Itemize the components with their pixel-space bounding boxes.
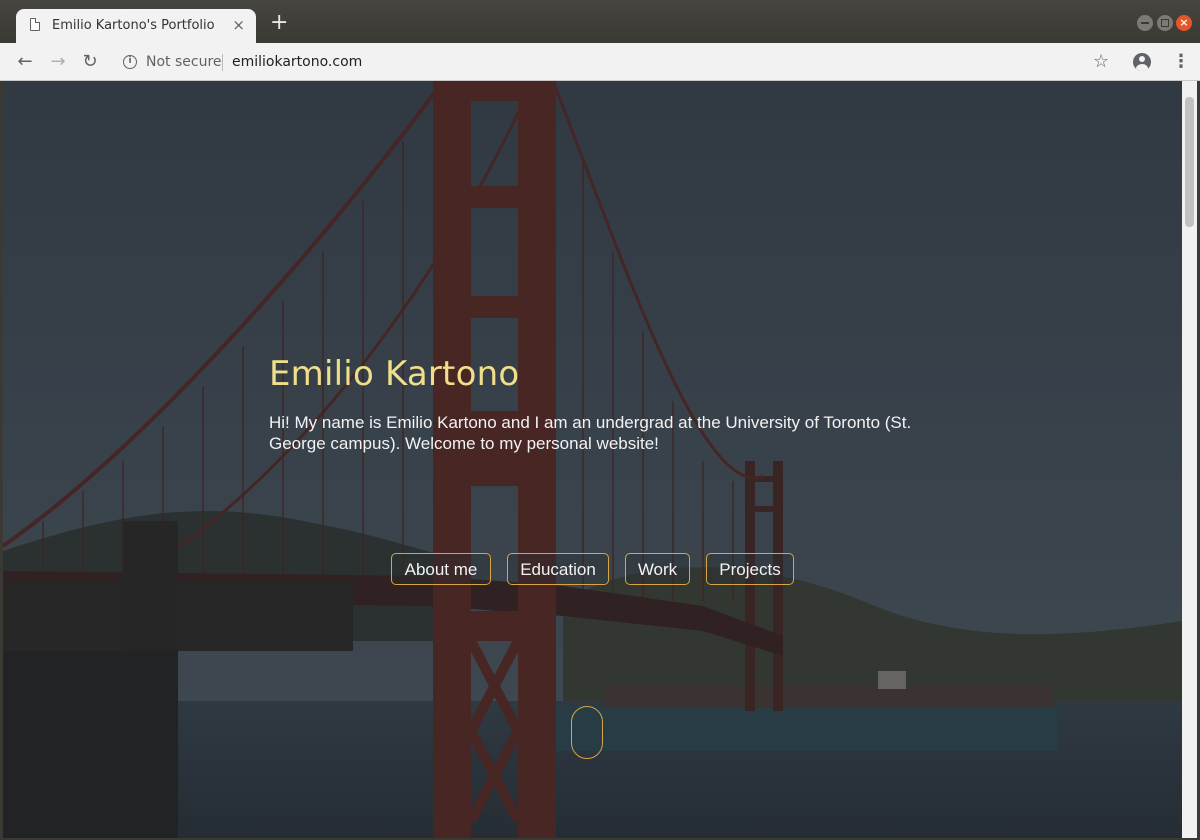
minimize-button[interactable] xyxy=(1137,15,1153,31)
reload-icon[interactable]: ↻ xyxy=(79,51,101,73)
tab-title: Emilio Kartono's Portfolio xyxy=(52,18,215,33)
maximize-button[interactable] xyxy=(1157,15,1173,31)
forward-arrow-icon[interactable]: → xyxy=(47,51,69,73)
browser-toolbar: ← → ↻ i Not secure emiliokartono.com ☆ ⋮ xyxy=(0,43,1200,81)
profile-icon[interactable] xyxy=(1133,53,1151,71)
new-tab-button[interactable]: + xyxy=(270,12,288,34)
about-me-button[interactable]: About me xyxy=(391,553,491,585)
page-scrollbar[interactable] xyxy=(1182,81,1197,838)
back-arrow-icon[interactable]: ← xyxy=(14,51,36,73)
window-frame-left xyxy=(0,81,3,840)
address-bar[interactable]: emiliokartono.com xyxy=(232,54,362,70)
menu-kebab-icon[interactable]: ⋮ xyxy=(1172,52,1190,72)
hero-intro-text: Hi! My name is Emilio Kartono and I am a… xyxy=(269,413,912,453)
scrollbar-thumb[interactable] xyxy=(1185,97,1194,227)
scroll-down-indicator[interactable] xyxy=(571,706,603,759)
security-label[interactable]: Not secure xyxy=(146,54,222,70)
url-divider xyxy=(222,54,223,71)
window-titlebar: Emilio Kartono's Portfolio × + × xyxy=(0,0,1200,43)
tab-close-icon[interactable]: × xyxy=(232,15,245,35)
page-icon xyxy=(30,18,40,31)
education-button[interactable]: Education xyxy=(507,553,609,585)
browser-tab[interactable]: Emilio Kartono's Portfolio × xyxy=(16,9,256,43)
hero-name-heading: Emilio Kartono xyxy=(269,353,520,394)
info-icon[interactable]: i xyxy=(123,55,137,69)
page-viewport: Emilio Kartono Hi! My name is Emilio Kar… xyxy=(3,81,1182,838)
projects-button[interactable]: Projects xyxy=(706,553,794,585)
bookmark-star-icon[interactable]: ☆ xyxy=(1093,51,1109,73)
work-button[interactable]: Work xyxy=(625,553,690,585)
window-close-button[interactable]: × xyxy=(1176,15,1192,31)
